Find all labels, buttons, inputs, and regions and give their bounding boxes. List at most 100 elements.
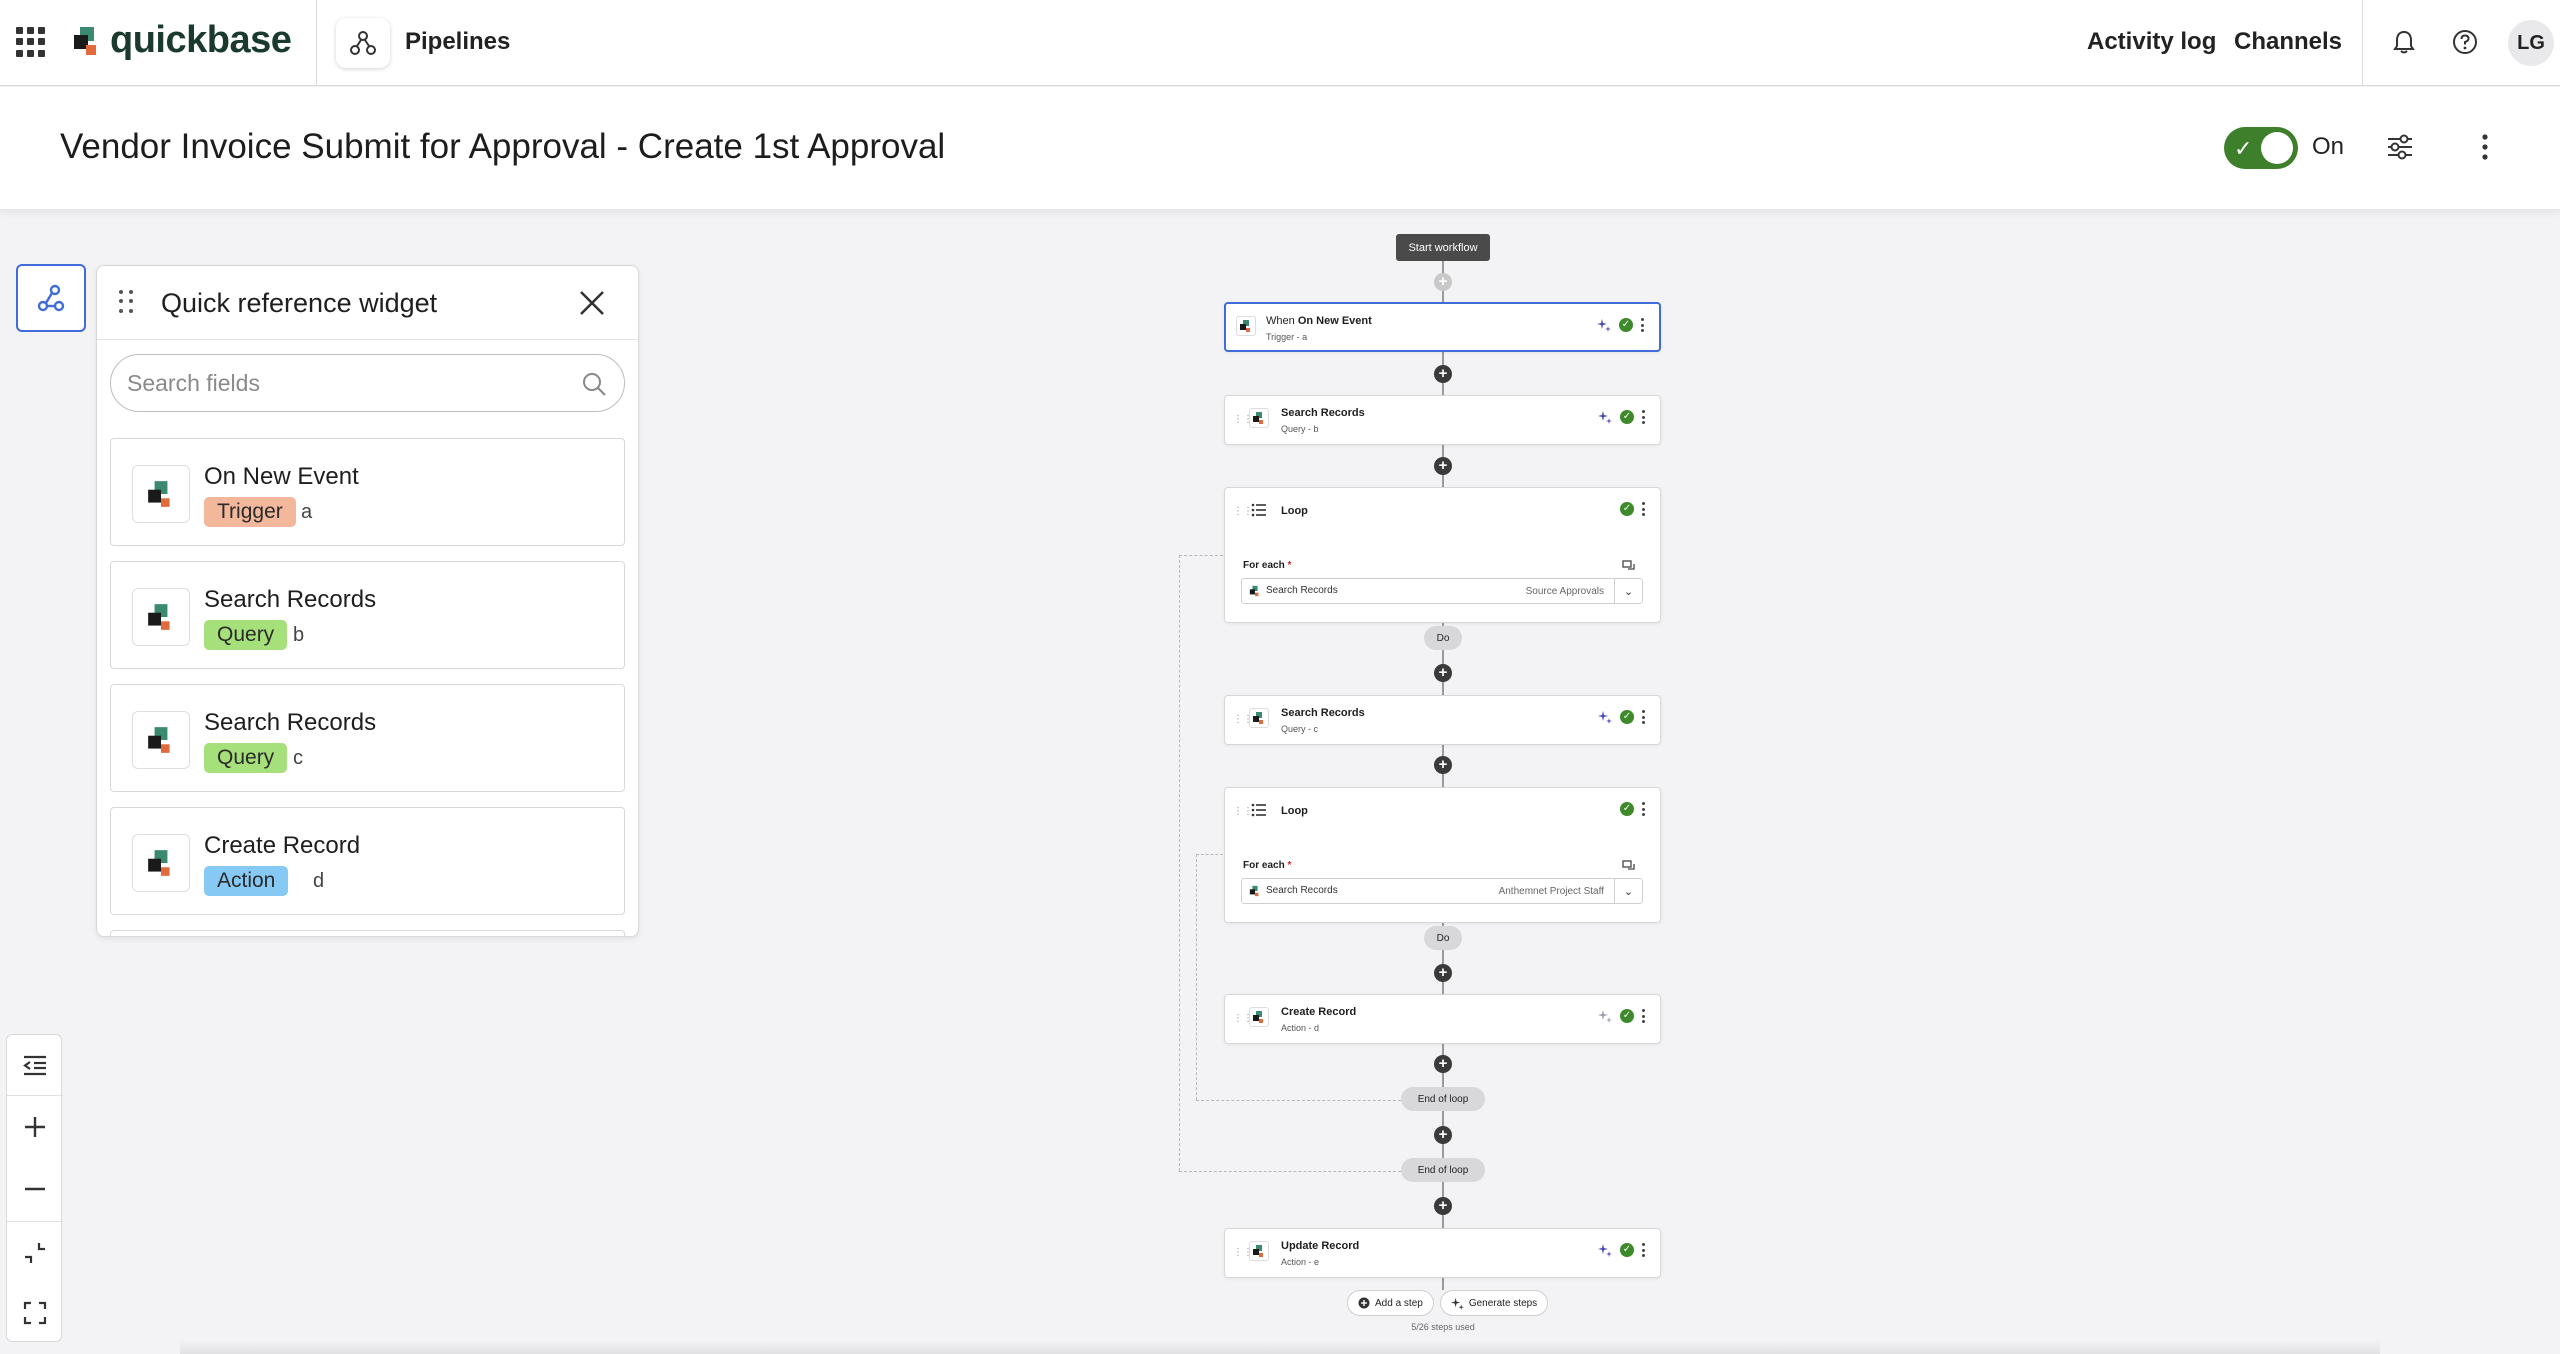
step-card-update-record[interactable]: ⋮⋮ Update Record Action - e ✓ bbox=[1224, 1228, 1661, 1278]
quick-reference-toggle-button[interactable] bbox=[16, 264, 86, 332]
quick-reference-item[interactable]: Search Records Query b bbox=[110, 561, 625, 669]
chevron-down-icon[interactable]: ⌄ bbox=[1614, 879, 1642, 903]
search-field-wrapper bbox=[110, 354, 625, 412]
pipeline-on-toggle[interactable]: ✓ bbox=[2224, 127, 2298, 169]
pipelines-label[interactable]: Pipelines bbox=[405, 28, 510, 56]
step-menu-icon[interactable] bbox=[1641, 318, 1645, 332]
loop-return-path-outer-top bbox=[1179, 555, 1223, 556]
add-step-plus-icon[interactable]: + bbox=[1434, 964, 1452, 982]
step-card-create-record[interactable]: ⋮⋮ Create Record Action - d ✓ bbox=[1224, 994, 1661, 1044]
add-step-plus-icon[interactable]: + bbox=[1434, 664, 1452, 682]
collapse-indent-icon[interactable] bbox=[7, 1035, 63, 1095]
generate-steps-button[interactable]: Generate steps bbox=[1439, 1290, 1549, 1316]
quickbase-step-icon bbox=[1249, 408, 1269, 428]
step-menu-icon[interactable] bbox=[1642, 710, 1646, 724]
add-step-plus-icon[interactable]: + bbox=[1434, 756, 1452, 774]
quickbase-logo[interactable]: quickbase bbox=[72, 18, 292, 62]
for-each-select-table: Anthemnet Project Staff bbox=[1498, 886, 1604, 897]
zoom-in-icon[interactable] bbox=[7, 1097, 63, 1157]
step-subtitle: Query - b bbox=[1281, 424, 1319, 434]
step-card-search-records-c[interactable]: ⋮⋮ Search Records Query - c ✓ bbox=[1224, 695, 1661, 745]
loop-return-path-outer bbox=[1179, 555, 1180, 1171]
for-each-select[interactable]: Search Records Source Approvals ⌄ bbox=[1241, 578, 1643, 604]
ai-sparkle-icon[interactable] bbox=[1598, 1009, 1612, 1023]
add-step-plus-icon[interactable]: + bbox=[1434, 457, 1452, 475]
do-label: Do bbox=[1424, 626, 1462, 650]
end-of-loop-label: End of loop bbox=[1401, 1087, 1485, 1111]
refresh-icon[interactable] bbox=[1622, 860, 1636, 872]
more-options-icon[interactable] bbox=[2470, 127, 2500, 167]
settings-sliders-icon[interactable] bbox=[2380, 127, 2420, 167]
add-step-plus-icon[interactable]: + bbox=[1434, 1055, 1452, 1073]
page-title[interactable]: Vendor Invoice Submit for Approval - Cre… bbox=[60, 127, 945, 167]
quickbase-step-icon bbox=[1249, 1241, 1269, 1261]
user-avatar[interactable]: LG bbox=[2508, 20, 2554, 66]
for-each-label-text: For each bbox=[1243, 860, 1285, 871]
app-switcher-icon[interactable] bbox=[16, 27, 46, 57]
ai-sparkle-icon[interactable] bbox=[1598, 410, 1612, 424]
ai-sparkle-icon[interactable] bbox=[1597, 318, 1611, 332]
add-step-plus-icon[interactable]: + bbox=[1434, 365, 1452, 383]
help-icon[interactable] bbox=[2447, 24, 2483, 60]
add-step-plus-icon[interactable]: + bbox=[1434, 273, 1452, 291]
step-title: When On New Event bbox=[1266, 315, 1372, 327]
chevron-down-icon[interactable]: ⌄ bbox=[1614, 579, 1642, 603]
step-card-trigger[interactable]: When On New Event Trigger - a ✓ bbox=[1224, 302, 1661, 352]
add-step-button[interactable]: Add a step bbox=[1347, 1290, 1434, 1316]
add-step-plus-icon[interactable]: + bbox=[1434, 1126, 1452, 1144]
pipelines-icon-button[interactable] bbox=[336, 18, 390, 68]
drag-handle-icon[interactable] bbox=[119, 290, 133, 314]
search-fields-input[interactable] bbox=[111, 355, 624, 411]
step-title: Search Records bbox=[1281, 407, 1365, 419]
step-title-prefix: When bbox=[1266, 315, 1295, 327]
for-each-label: For each * bbox=[1243, 560, 1291, 571]
search-icon[interactable] bbox=[580, 370, 608, 398]
close-icon[interactable] bbox=[575, 286, 609, 320]
step-title: Create Record bbox=[1281, 1006, 1357, 1018]
add-step-plus-icon[interactable]: + bbox=[1434, 1197, 1452, 1215]
step-card-search-records-b[interactable]: ⋮⋮ Search Records Query - b ✓ bbox=[1224, 395, 1661, 445]
for-each-select-value: Search Records bbox=[1266, 885, 1338, 896]
quick-reference-widget: Quick reference widget On New Event Trig… bbox=[96, 265, 639, 937]
add-circle-icon bbox=[1358, 1297, 1370, 1309]
loop-return-path-inner bbox=[1196, 854, 1197, 1100]
ai-sparkle-icon bbox=[1450, 1297, 1464, 1310]
fit-to-screen-icon[interactable] bbox=[7, 1223, 63, 1283]
step-menu-icon[interactable] bbox=[1642, 1009, 1646, 1023]
zoom-out-icon[interactable] bbox=[7, 1159, 63, 1219]
step-menu-icon[interactable] bbox=[1642, 410, 1646, 424]
valid-check-icon: ✓ bbox=[1619, 318, 1633, 332]
loop-return-path-inner-top bbox=[1196, 854, 1223, 855]
step-menu-icon[interactable] bbox=[1642, 502, 1646, 516]
add-step-label: Add a step bbox=[1375, 1297, 1423, 1309]
refresh-icon[interactable] bbox=[1622, 560, 1636, 572]
valid-check-icon: ✓ bbox=[1620, 710, 1634, 724]
step-menu-icon[interactable] bbox=[1642, 802, 1646, 816]
fullscreen-icon[interactable] bbox=[7, 1283, 63, 1343]
step-type-badge: Trigger bbox=[204, 497, 296, 527]
notifications-bell-icon[interactable] bbox=[2386, 24, 2422, 60]
step-subtitle: Action - d bbox=[1281, 1023, 1320, 1033]
step-card-loop-2[interactable]: ⋮⋮ Loop ✓ For each * Search Records Anth… bbox=[1224, 787, 1661, 923]
quick-reference-item[interactable]: Search Records Query c bbox=[110, 684, 625, 792]
for-each-select-table: Source Approvals bbox=[1525, 586, 1604, 597]
top-nav: quickbase Pipelines Activity log Channel… bbox=[0, 0, 2560, 86]
quickbase-step-icon bbox=[1249, 708, 1269, 728]
for-each-select[interactable]: Search Records Anthemnet Project Staff ⌄ bbox=[1241, 878, 1643, 904]
step-subtitle: Action - e bbox=[1281, 1257, 1320, 1267]
step-title: Search Records bbox=[1281, 707, 1365, 719]
activity-log-link[interactable]: Activity log bbox=[2087, 28, 2216, 56]
step-letter: d bbox=[313, 870, 325, 892]
quick-reference-item-name: Create Record bbox=[204, 832, 361, 859]
step-menu-icon[interactable] bbox=[1642, 1243, 1646, 1257]
quick-reference-item[interactable]: Create Record Action d bbox=[110, 807, 625, 915]
step-actions: ✓ bbox=[1598, 1009, 1646, 1023]
pipelines-icon bbox=[350, 31, 376, 55]
step-card-loop-1[interactable]: ⋮⋮ Loop ✓ For each * Search Records Sour… bbox=[1224, 487, 1661, 623]
ai-sparkle-icon[interactable] bbox=[1598, 710, 1612, 724]
ai-sparkle-icon[interactable] bbox=[1598, 1243, 1612, 1257]
check-icon: ✓ bbox=[2234, 136, 2253, 161]
quick-reference-item[interactable] bbox=[110, 930, 625, 936]
quick-reference-item[interactable]: On New Event Trigger a bbox=[110, 438, 625, 546]
channels-link[interactable]: Channels bbox=[2234, 28, 2342, 56]
